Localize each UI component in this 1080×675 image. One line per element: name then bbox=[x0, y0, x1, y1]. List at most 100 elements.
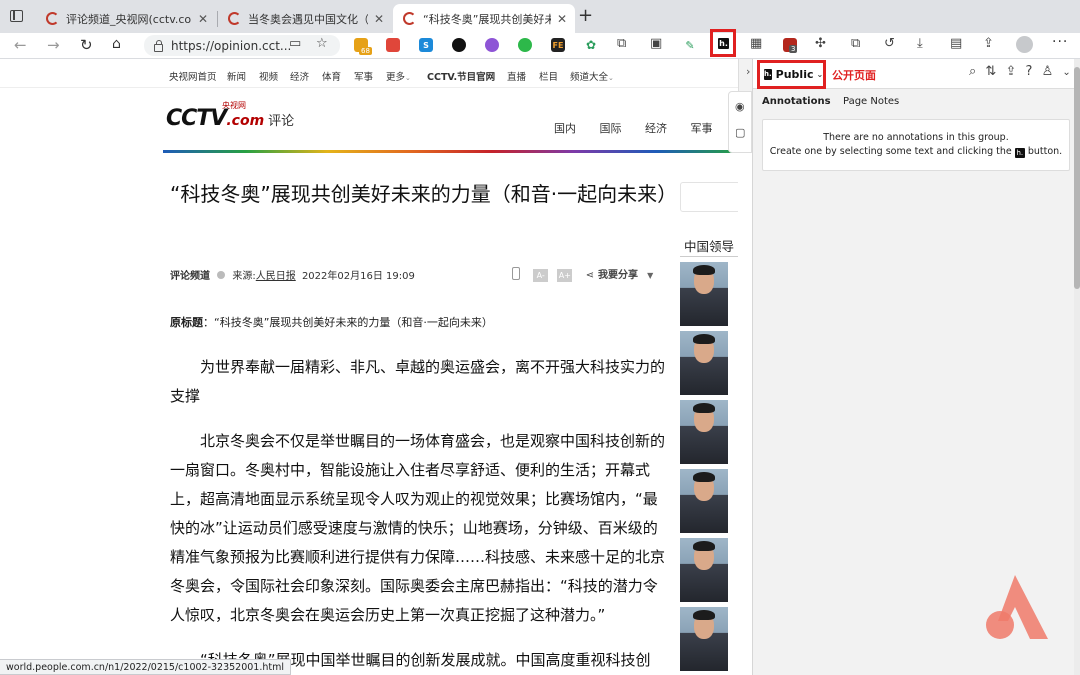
nav-link[interactable]: 体育 bbox=[322, 69, 341, 83]
leader-photo[interactable] bbox=[680, 607, 728, 671]
section-link[interactable]: 经济 bbox=[645, 122, 667, 135]
extension-leaf-icon[interactable]: ✎ bbox=[683, 38, 697, 52]
site-search-box[interactable] bbox=[680, 182, 738, 212]
empty-message-line-2: Create one by selecting some text and cl… bbox=[763, 145, 1069, 159]
new-tab-button[interactable]: + bbox=[578, 5, 593, 26]
extensions-puzzle-icon[interactable]: ✣ bbox=[815, 36, 826, 51]
tab-annotations[interactable]: Annotations bbox=[762, 96, 831, 107]
tab-people-daily[interactable]: 当冬奥会遇见中国文化（人民时 ✕ bbox=[218, 4, 392, 33]
source-link[interactable]: 人民日报 bbox=[256, 271, 296, 282]
leader-photo[interactable] bbox=[680, 400, 728, 464]
close-tab-icon[interactable]: ✕ bbox=[374, 12, 384, 26]
help-icon[interactable]: ? bbox=[1026, 64, 1033, 79]
leader-photo[interactable] bbox=[680, 262, 728, 326]
font-larger-button[interactable]: A+ bbox=[557, 269, 573, 282]
sidebar-scrollbar[interactable] bbox=[1074, 59, 1080, 675]
share-button[interactable]: 我要分享 bbox=[598, 270, 638, 281]
cctv-logo[interactable]: 央视网 CCTV.com 评论 bbox=[166, 101, 294, 131]
leader-photo[interactable] bbox=[680, 331, 728, 395]
more-menu-icon[interactable]: ··· bbox=[1052, 34, 1068, 50]
extension-shield-icon[interactable] bbox=[452, 38, 466, 52]
sort-icon[interactable]: ⇅ bbox=[985, 64, 996, 79]
back-arrow-icon[interactable]: ← bbox=[14, 36, 27, 54]
leader-photo[interactable] bbox=[680, 538, 728, 602]
logo-small-text: 央视网 bbox=[222, 101, 246, 110]
section-link[interactable]: 国内 bbox=[554, 122, 576, 135]
section-link[interactable]: 国际 bbox=[600, 122, 622, 135]
rainbow-divider bbox=[163, 150, 738, 153]
close-tab-icon[interactable]: ✕ bbox=[557, 12, 567, 26]
search-icon[interactable]: ⌕ bbox=[969, 64, 976, 79]
profile-avatar[interactable] bbox=[1016, 36, 1033, 53]
nav-link[interactable]: 经济 bbox=[290, 69, 309, 83]
tab-page-notes[interactable]: Page Notes bbox=[843, 96, 899, 107]
watermark-logo-icon bbox=[986, 575, 1048, 639]
reload-icon[interactable]: ↻ bbox=[80, 36, 93, 54]
extension-page-icon[interactable]: ▣ bbox=[650, 36, 662, 51]
hypothesis-logo-icon: h. bbox=[718, 38, 729, 49]
group-selector[interactable]: h. Public ⌄ bbox=[757, 60, 826, 89]
chevron-down-icon[interactable]: ⌄ bbox=[1062, 67, 1070, 78]
home-icon[interactable]: ⌂ bbox=[112, 36, 121, 52]
nav-more-label: 更多 bbox=[386, 72, 406, 83]
browser-toolbar: ← → ↻ ⌂ https://opinion.cct... ▭ ☆ 68 S … bbox=[0, 33, 1080, 59]
address-bar[interactable]: https://opinion.cct... bbox=[144, 35, 340, 56]
article-meta: 评论频道 来源:人民日报 2022年02月16日 19:09 bbox=[170, 267, 415, 282]
reader-view-icon[interactable]: ▭ bbox=[289, 36, 301, 51]
logo-com-text: .com bbox=[226, 113, 265, 129]
eye-icon[interactable]: ◉ bbox=[735, 100, 745, 113]
tab-opinion-channel[interactable]: 评论频道_央视网(cctv.com) ✕ bbox=[36, 4, 216, 33]
annotator-toolbar: ◉ ▢ bbox=[728, 91, 752, 153]
lock-icon bbox=[154, 39, 163, 52]
cctv-favicon-icon bbox=[46, 12, 59, 25]
scrollbar-thumb[interactable] bbox=[1074, 67, 1080, 289]
empty-message-text: button. bbox=[1027, 146, 1063, 157]
nav-channels-label: 频道大全 bbox=[570, 72, 609, 83]
publish-date: 2022年02月16日 19:09 bbox=[301, 271, 415, 282]
caret-down-icon[interactable]: ▼ bbox=[647, 271, 653, 280]
group-name: Public bbox=[775, 68, 814, 81]
extension-red-icon[interactable] bbox=[386, 38, 400, 52]
section-link[interactable]: 军事 bbox=[691, 122, 713, 135]
nav-link[interactable]: 视频 bbox=[259, 69, 278, 83]
nav-link[interactable]: 央视网首页 bbox=[169, 69, 217, 83]
share-icon[interactable]: ⇪ bbox=[983, 36, 994, 51]
extension-s-icon[interactable]: S bbox=[419, 38, 433, 52]
favorite-star-icon[interactable]: ☆ bbox=[316, 36, 328, 51]
tab-overview-icon[interactable] bbox=[10, 10, 23, 22]
nav-link-more[interactable]: 更多⌄ bbox=[386, 69, 411, 83]
nav-link[interactable]: 军事 bbox=[354, 69, 373, 83]
extension-wechat-icon[interactable]: ✿ bbox=[584, 38, 598, 52]
article-page: 央视网 CCTV.com评论 国内 国际 经济 军事 历 “科技冬奥”展现共创美… bbox=[0, 89, 738, 675]
hypothesis-extension-button[interactable]: h. bbox=[710, 29, 736, 57]
mobile-phone-icon[interactable] bbox=[512, 267, 520, 280]
leader-photo[interactable] bbox=[680, 469, 728, 533]
extension-green-icon[interactable] bbox=[518, 38, 532, 52]
leaders-section-title: 中国领导 bbox=[684, 239, 735, 254]
extension-badge: 3 bbox=[789, 45, 798, 53]
history-icon[interactable]: ↺ bbox=[884, 36, 895, 51]
sidebar-header: h. Public ⌄ 公开页面 ⌕ ⇅ ⇪ ? ♙ ⌄ bbox=[753, 59, 1075, 89]
annotate-icon: h. bbox=[1014, 148, 1025, 158]
nav-link-channels[interactable]: 频道大全⌄ bbox=[570, 69, 614, 83]
extension-grid-icon[interactable]: ▦ bbox=[750, 36, 762, 51]
web-capture-icon[interactable]: ▤ bbox=[950, 36, 962, 51]
article-tools: A- A+ ⋖ 我要分享 ▼ bbox=[512, 266, 653, 282]
user-icon[interactable]: ♙ bbox=[1042, 64, 1054, 79]
font-smaller-button[interactable]: A- bbox=[533, 269, 549, 282]
nav-link[interactable]: 栏目 bbox=[539, 69, 558, 83]
collections-icon[interactable]: ⧉ bbox=[851, 36, 860, 51]
forward-arrow-icon[interactable]: → bbox=[47, 36, 60, 54]
close-tab-icon[interactable]: ✕ bbox=[198, 12, 208, 26]
page-note-icon[interactable]: ▢ bbox=[735, 126, 745, 139]
tab-active-article[interactable]: “科技冬奥”展现共创美好未来的 ✕ bbox=[393, 4, 575, 33]
extension-copy-icon[interactable]: ⧉ bbox=[617, 36, 626, 51]
extension-purple-icon[interactable] bbox=[485, 38, 499, 52]
nav-link-cctv-programs[interactable]: CCTV.节目官网 bbox=[427, 69, 495, 83]
channel-label: 评论频道 bbox=[170, 271, 210, 282]
nav-link[interactable]: 新闻 bbox=[227, 69, 246, 83]
share-icon[interactable]: ⇪ bbox=[1005, 64, 1016, 79]
nav-link[interactable]: 直播 bbox=[507, 69, 526, 83]
downloads-icon[interactable]: ⤓ bbox=[917, 36, 923, 51]
extension-fe-icon[interactable]: FE bbox=[551, 38, 565, 52]
